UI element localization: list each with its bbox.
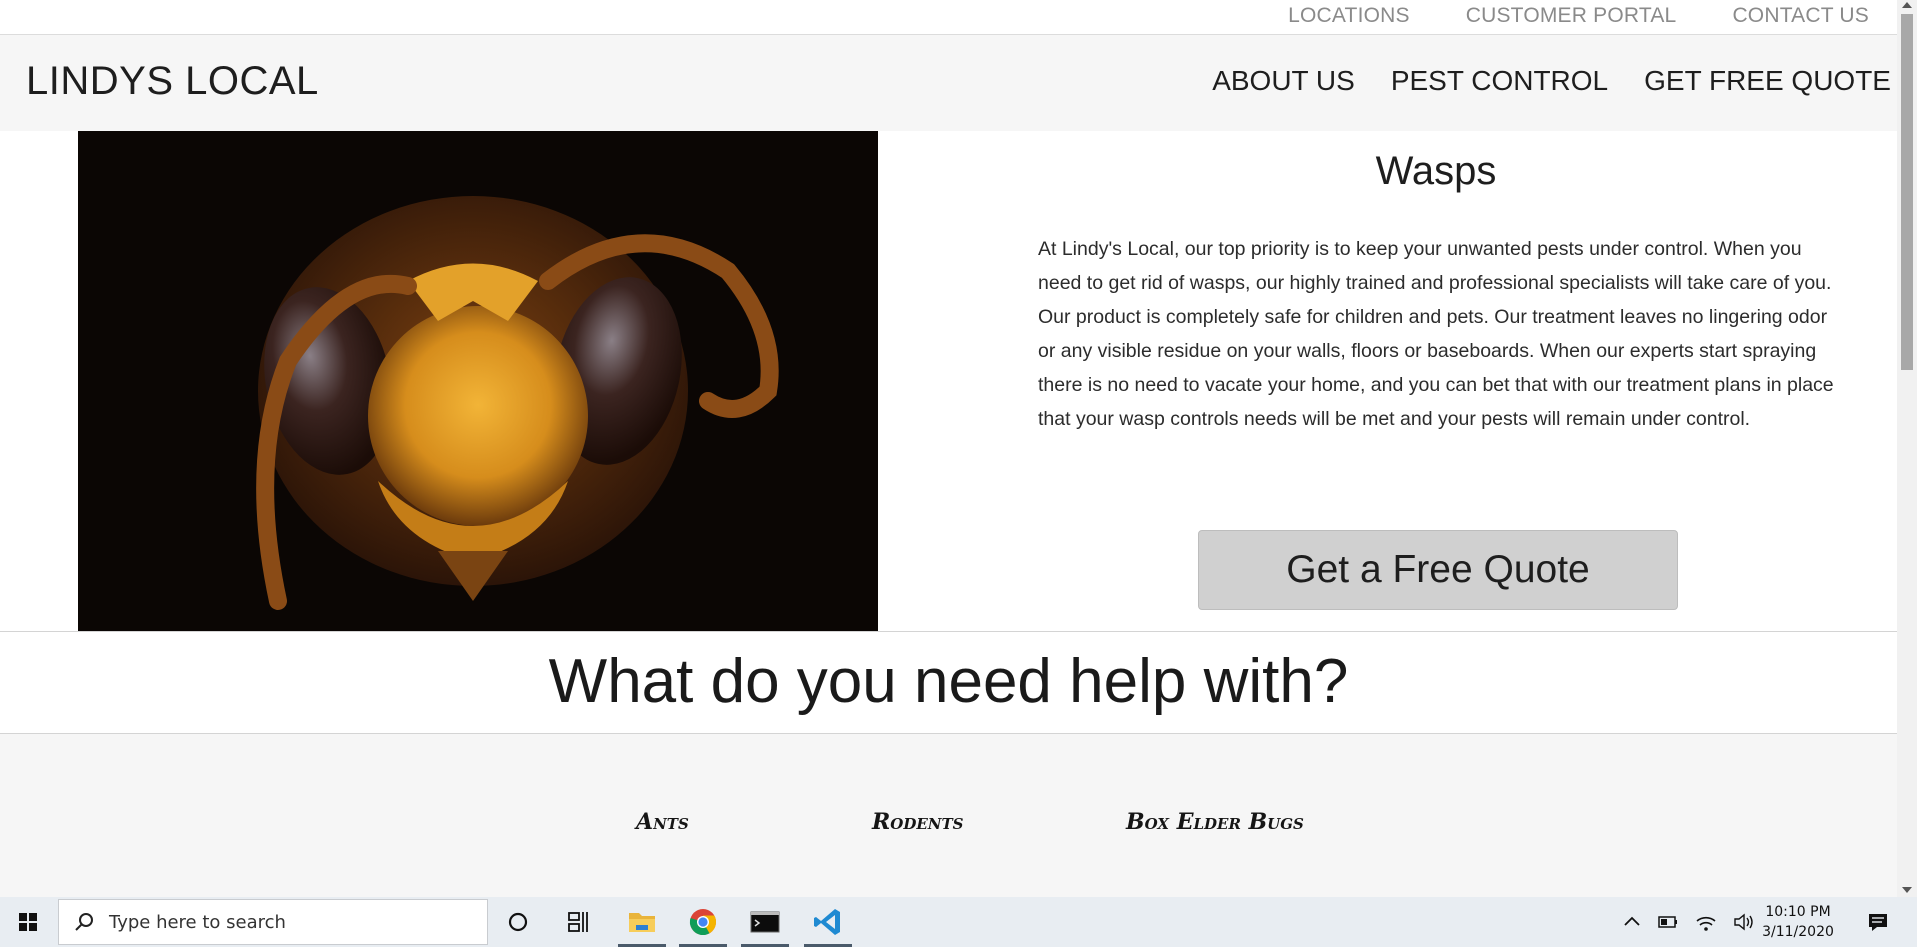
nav-get-free-quote[interactable]: GET FREE QUOTE bbox=[1644, 65, 1891, 97]
chrome-icon bbox=[689, 909, 717, 936]
category-ants[interactable]: Ants bbox=[636, 809, 689, 835]
web-page: LOCATIONS CUSTOMER PORTAL CONTACT US LIN… bbox=[0, 0, 1897, 897]
windows-logo-icon bbox=[19, 913, 37, 931]
site-header: LINDYS LOCAL ABOUT US PEST CONTROL GET F… bbox=[0, 35, 1897, 131]
search-placeholder: Type here to search bbox=[109, 912, 286, 933]
site-logo[interactable]: LINDYS LOCAL bbox=[26, 59, 319, 104]
main-nav: ABOUT US PEST CONTROL GET FREE QUOTE bbox=[1212, 65, 1891, 97]
clock-time: 10:10 PM bbox=[1765, 904, 1831, 920]
category-box-elder-bugs[interactable]: Box Elder Bugs bbox=[1126, 809, 1304, 835]
battery-tray[interactable] bbox=[1650, 897, 1686, 947]
scroll-down-arrow-icon[interactable] bbox=[1902, 887, 1912, 893]
taskbar-terminal[interactable] bbox=[737, 897, 793, 947]
wasp-info: Wasps At Lindy's Local, our top priority… bbox=[1038, 131, 1834, 610]
nav-pest-control[interactable]: PEST CONTROL bbox=[1391, 65, 1608, 97]
get-free-quote-button[interactable]: Get a Free Quote bbox=[1198, 530, 1678, 610]
page-title: Wasps bbox=[1375, 149, 1497, 193]
search-icon bbox=[75, 913, 93, 931]
chevron-up-icon bbox=[1624, 916, 1640, 926]
network-tray[interactable] bbox=[1688, 897, 1724, 947]
folder-icon bbox=[629, 913, 655, 932]
taskbar-clock[interactable]: 10:10 PM 3/11/2020 bbox=[1758, 902, 1838, 942]
cortana-icon bbox=[508, 912, 528, 932]
task-view-button[interactable] bbox=[550, 897, 606, 947]
volume-tray[interactable] bbox=[1726, 897, 1762, 947]
battery-icon bbox=[1658, 916, 1677, 928]
contact-us-link[interactable]: CONTACT US bbox=[1732, 4, 1869, 28]
windows-taskbar: Type here to search 10:10 PM 3/11/2020 bbox=[0, 897, 1917, 947]
task-view-icon bbox=[568, 912, 588, 932]
customer-portal-link[interactable]: CUSTOMER PORTAL bbox=[1466, 4, 1677, 28]
taskbar-search-box[interactable]: Type here to search bbox=[58, 899, 488, 945]
help-heading: What do you need help with? bbox=[548, 647, 1349, 716]
wifi-icon bbox=[1696, 916, 1716, 931]
category-rodents[interactable]: Rodents bbox=[872, 809, 964, 835]
locations-link[interactable]: LOCATIONS bbox=[1288, 4, 1410, 28]
clock-date: 3/11/2020 bbox=[1762, 924, 1834, 940]
scroll-thumb[interactable] bbox=[1901, 14, 1913, 370]
wasp-photo bbox=[78, 131, 878, 631]
page-scrollbar[interactable] bbox=[1897, 0, 1917, 897]
taskbar-chrome[interactable] bbox=[675, 897, 731, 947]
utility-bar: LOCATIONS CUSTOMER PORTAL CONTACT US bbox=[0, 0, 1897, 35]
cortana-button[interactable] bbox=[490, 897, 546, 947]
help-banner: What do you need help with? bbox=[0, 631, 1897, 734]
pest-categories: Ants Rodents Box Elder Bugs bbox=[0, 734, 1897, 897]
nav-about-us[interactable]: ABOUT US bbox=[1212, 65, 1355, 97]
vscode-icon bbox=[814, 909, 840, 935]
start-button[interactable] bbox=[0, 897, 56, 947]
action-center-button[interactable] bbox=[1858, 897, 1898, 947]
notification-icon bbox=[1869, 914, 1887, 931]
terminal-icon bbox=[750, 911, 780, 933]
volume-icon bbox=[1734, 913, 1753, 931]
utility-links: LOCATIONS CUSTOMER PORTAL CONTACT US bbox=[1288, 4, 1869, 28]
taskbar-file-explorer[interactable] bbox=[614, 897, 670, 947]
show-hidden-icons[interactable] bbox=[1614, 897, 1650, 947]
taskbar-vscode[interactable] bbox=[800, 897, 856, 947]
wasp-description: At Lindy's Local, our top priority is to… bbox=[1038, 238, 1834, 430]
scroll-up-arrow-icon[interactable] bbox=[1902, 2, 1912, 8]
